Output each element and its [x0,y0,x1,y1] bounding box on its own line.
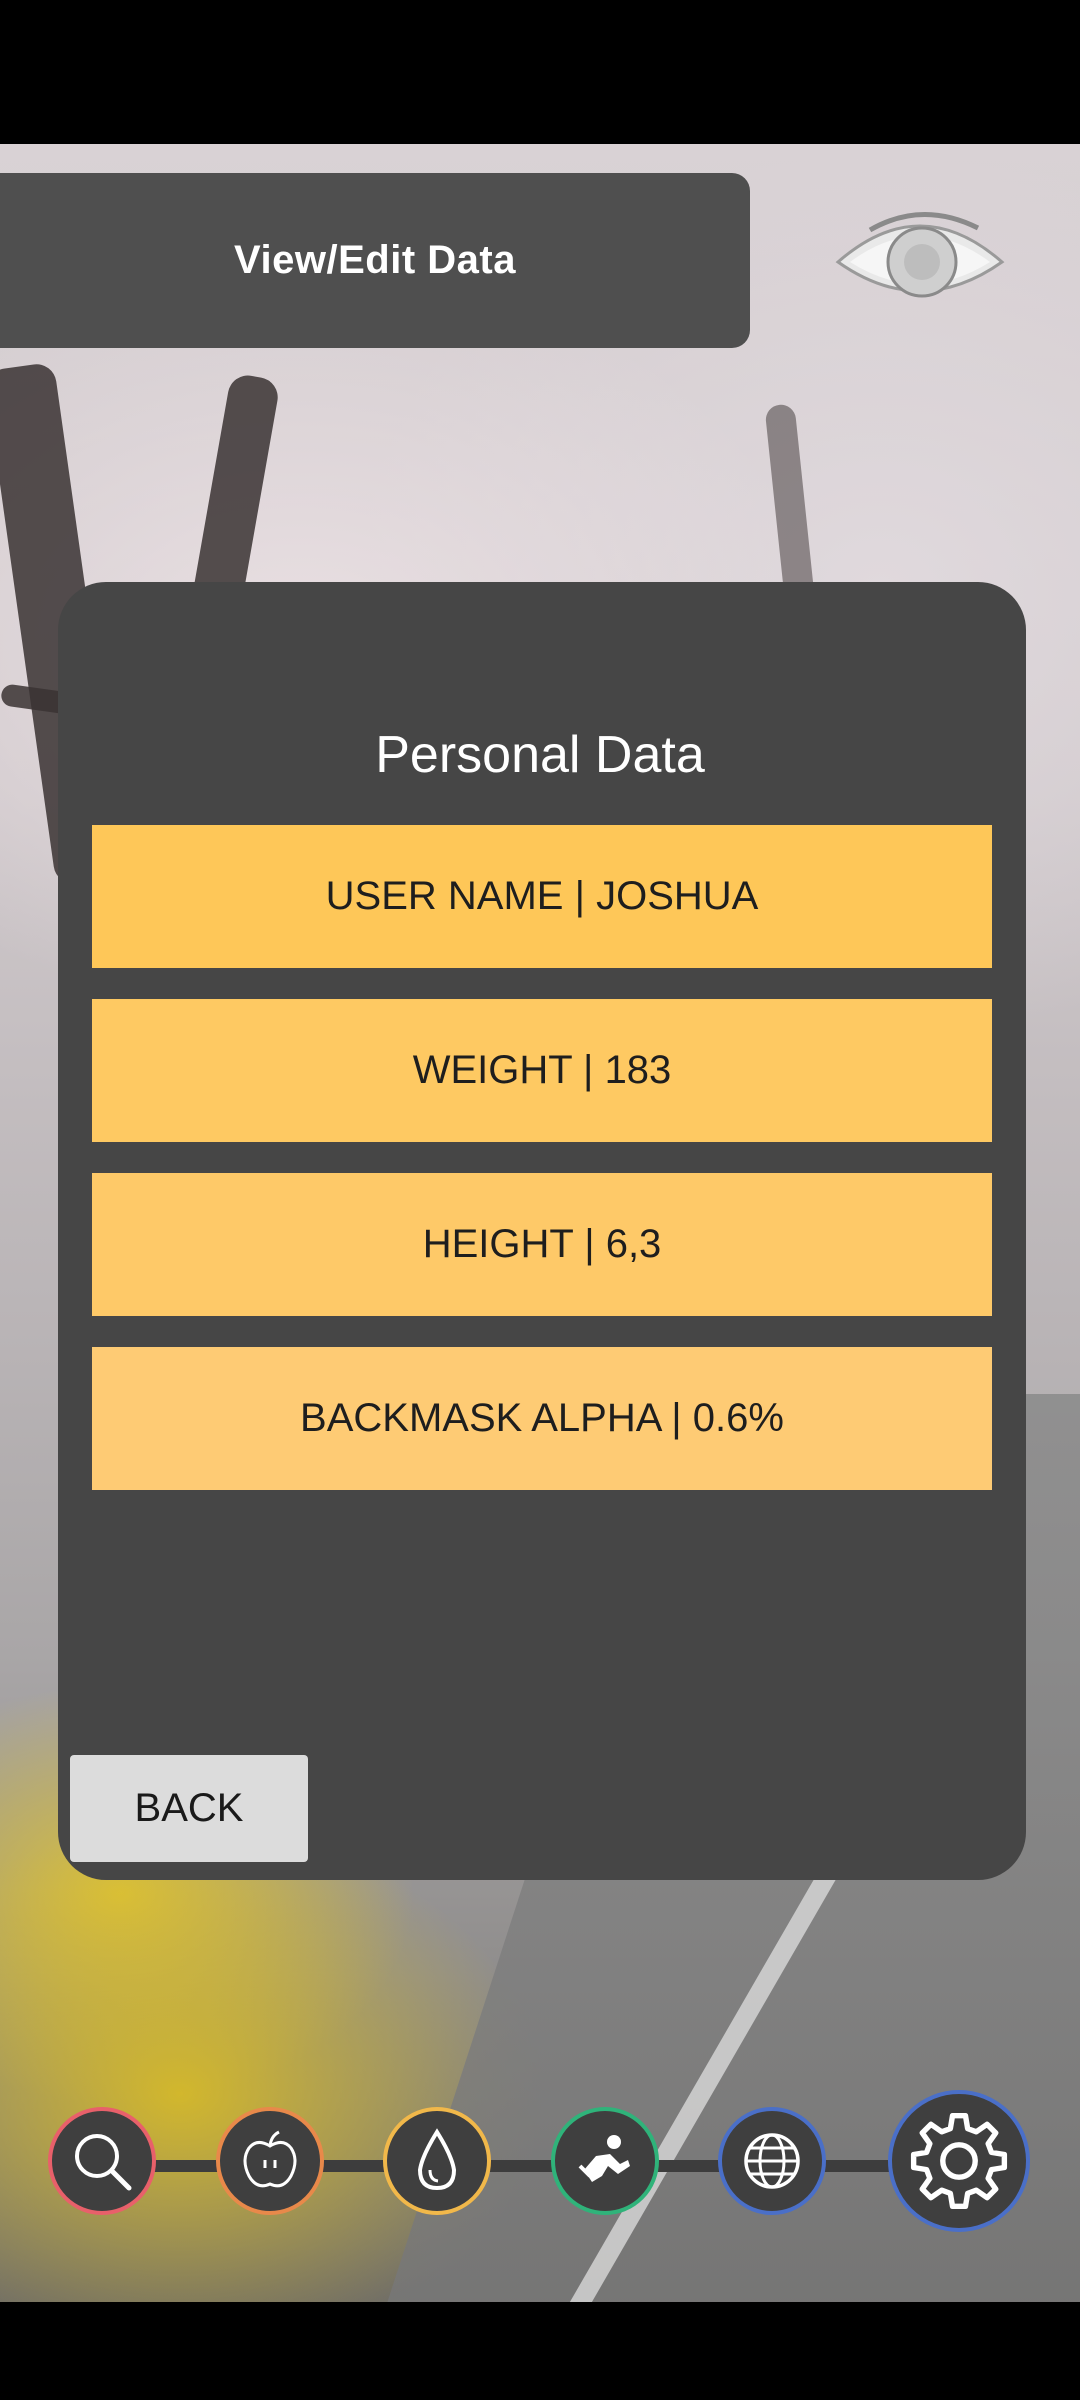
system-nav-bar [0,2302,1080,2400]
page-title: View/Edit Data [234,238,516,282]
nav-fitness-button[interactable] [551,2107,659,2215]
weight-row[interactable]: WEIGHT | 183 [92,999,992,1142]
view-toggle-button[interactable] [830,200,1010,320]
globe-icon [744,2133,800,2189]
nav-globe-button[interactable] [718,2107,826,2215]
water-drop-icon [417,2128,457,2191]
row-label: USER NAME | JOSHUA [325,874,759,918]
user-name-row[interactable]: USER NAME | JOSHUA [92,825,992,968]
row-label: WEIGHT | 183 [412,1048,672,1092]
row-label: BACKMASK ALPHA | 0.6% [300,1396,784,1440]
back-button[interactable]: BACK [70,1755,308,1862]
height-row[interactable]: HEIGHT | 6,3 [92,1173,992,1316]
nav-settings-button[interactable] [888,2090,1030,2232]
backmask-alpha-row[interactable]: BACKMASK ALPHA | 0.6% [92,1347,992,1490]
apple-icon [243,2130,297,2188]
eye-icon [835,212,1005,298]
search-icon [75,2134,132,2191]
fitness-icon [578,2135,630,2182]
nav-hydration-button[interactable] [383,2107,491,2215]
row-label: HEIGHT | 6,3 [422,1222,662,1266]
gear-icon [910,2112,1008,2210]
bottom-nav [0,2085,1080,2235]
title-banner: View/Edit Data [0,173,750,348]
status-bar [0,0,1080,144]
panel-title: Personal Data [375,726,705,784]
nav-nutrition-button[interactable] [216,2107,324,2215]
nav-search-button[interactable] [48,2107,156,2215]
